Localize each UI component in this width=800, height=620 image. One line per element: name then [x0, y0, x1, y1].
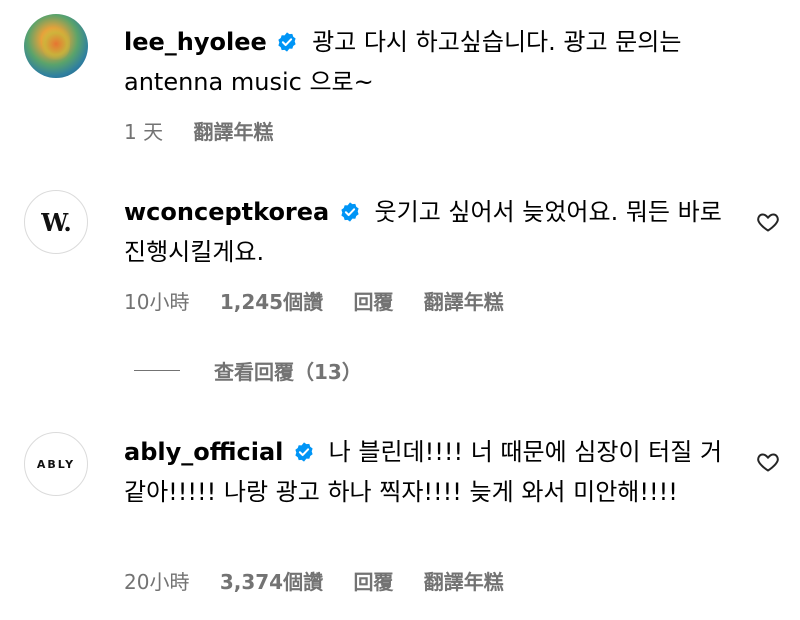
reply-button[interactable]: 回覆	[353, 290, 393, 314]
comment-username[interactable]: lee_hyolee	[124, 28, 267, 56]
translate-button[interactable]: 翻譯年糕	[193, 120, 273, 144]
avatar-logo: ABLY	[36, 457, 76, 471]
like-count[interactable]: 1,245個讚	[220, 290, 323, 314]
comment-time[interactable]: 20小時	[124, 570, 189, 594]
view-replies-button[interactable]: 查看回覆（13）	[134, 358, 362, 384]
heart-outline-icon[interactable]	[756, 450, 780, 474]
verified-badge-icon	[341, 202, 359, 222]
avatar[interactable]: W.	[24, 190, 88, 254]
comment-username[interactable]: wconceptkorea	[124, 198, 329, 226]
comment-body: lee_hyolee 광고 다시 하고싶습니다. 광고 문의는 antenna …	[124, 22, 734, 102]
comment-time[interactable]: 10小時	[124, 290, 189, 314]
comment-body: ably_official 나 블린데!!!! 너 때문에 심장이 터질 거 같…	[124, 432, 734, 512]
view-replies-label: 查看回覆（13）	[214, 359, 362, 384]
avatar[interactable]: ABLY	[24, 432, 88, 496]
translate-button[interactable]: 翻譯年糕	[424, 290, 504, 314]
comment-meta: 20小時 3,374個讚 回覆 翻譯年糕	[124, 566, 528, 595]
comment-time[interactable]: 1 天	[124, 120, 163, 144]
divider-line	[134, 369, 180, 371]
like-count[interactable]: 3,374個讚	[220, 570, 323, 594]
comment-body: wconceptkorea 웃기고 싶어서 늦었어요. 뭐든 바로 진행시킬게요…	[124, 192, 734, 272]
verified-badge-icon	[295, 442, 313, 462]
comment-meta: 1 天 翻譯年糕	[124, 116, 297, 145]
comment-meta: 10小時 1,245個讚 回覆 翻譯年糕	[124, 286, 528, 315]
comment-username[interactable]: ably_official	[124, 438, 283, 466]
avatar[interactable]	[24, 14, 88, 78]
reply-button[interactable]: 回覆	[353, 570, 393, 594]
verified-badge-icon	[278, 32, 297, 52]
avatar-logo: W.	[41, 207, 72, 237]
translate-button[interactable]: 翻譯年糕	[424, 570, 504, 594]
heart-outline-icon[interactable]	[756, 210, 780, 234]
